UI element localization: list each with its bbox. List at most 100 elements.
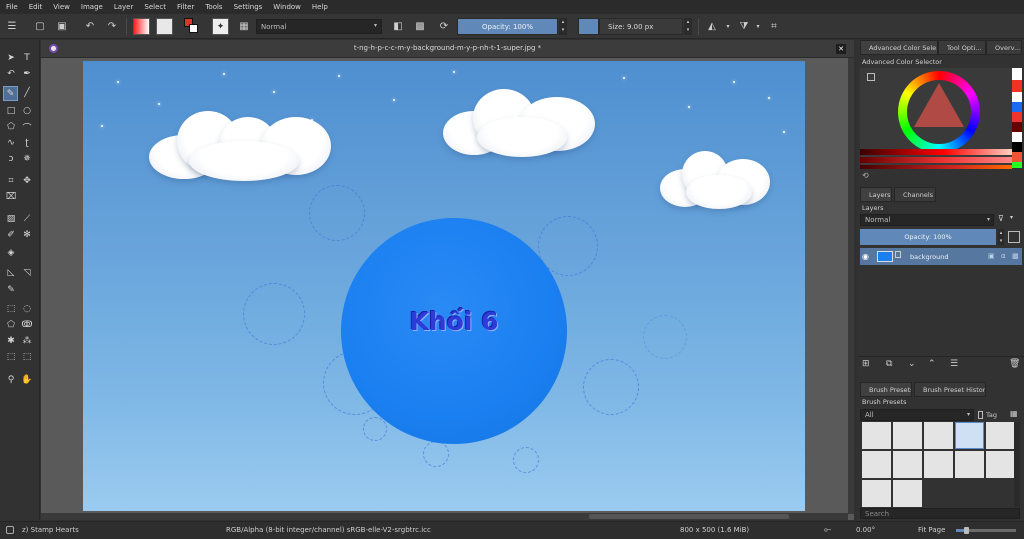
- calligraphy-icon[interactable]: ✒: [20, 67, 34, 81]
- gradient-swatch[interactable]: [133, 18, 150, 35]
- multibrush-icon[interactable]: ✵: [20, 152, 34, 166]
- refresh-icon[interactable]: ⟲: [862, 171, 869, 180]
- tab-channels[interactable]: Channels: [894, 187, 936, 202]
- close-icon[interactable]: ✕: [836, 44, 846, 54]
- text-tool-icon[interactable]: T: [20, 51, 34, 65]
- zoom-slider[interactable]: [956, 527, 1016, 534]
- canvas[interactable]: Khối 6: [83, 61, 805, 511]
- zoom-tool-icon[interactable]: ⚲: [4, 373, 18, 387]
- opacity-spinner[interactable]: ▴ ▾: [998, 229, 1004, 245]
- select-shapes-icon[interactable]: ➤: [4, 51, 18, 65]
- status-zoom[interactable]: Fit Page: [918, 526, 945, 534]
- gradient-tool-icon[interactable]: ▨: [4, 212, 18, 226]
- size-spinner[interactable]: ▴ ▾: [684, 18, 692, 35]
- new-document-icon[interactable]: ▢: [32, 18, 48, 34]
- colorize-mask-icon[interactable]: ✐: [4, 228, 18, 242]
- layer-row[interactable]: ◉ background ▣ α ▩: [860, 248, 1022, 265]
- pattern-swatch[interactable]: [156, 18, 173, 35]
- color-picker-icon[interactable]: ⟋: [20, 212, 34, 226]
- tab-layers[interactable]: Layers: [860, 187, 892, 202]
- tab-tool-options[interactable]: Tool Opti...: [938, 40, 986, 55]
- settings-icon[interactable]: [867, 73, 875, 81]
- grid-view-icon[interactable]: ▦: [1010, 409, 1020, 421]
- brush-grid-scrollbar[interactable]: [1014, 422, 1020, 507]
- document-tab[interactable]: t-ng-h-p-c-c-m-y-background-m-y-p-nh-t-1…: [41, 40, 854, 58]
- tab-overview[interactable]: Overv...: [986, 40, 1022, 55]
- dynamic-brush-icon[interactable]: ↄ: [4, 152, 18, 166]
- layer-thumbnail-toggle-icon[interactable]: [1008, 231, 1020, 243]
- measure-tool-icon[interactable]: ◺: [4, 266, 18, 280]
- chevron-down-icon[interactable]: ▾: [754, 18, 762, 34]
- redo-icon[interactable]: ↷: [104, 18, 120, 34]
- brush-preset-thumb[interactable]: [862, 451, 891, 478]
- background-color[interactable]: [189, 24, 198, 33]
- size-slider-fill[interactable]: [578, 18, 599, 35]
- delete-layer-icon[interactable]: 🗑: [1009, 359, 1020, 369]
- add-layer-icon[interactable]: ⊞: [862, 359, 870, 369]
- brush-preset-thumb[interactable]: [862, 480, 891, 507]
- reference-image-icon[interactable]: ✎: [4, 283, 18, 297]
- eraser-icon[interactable]: ◧: [390, 18, 406, 34]
- tab-advanced-color-selector[interactable]: Advanced Color Sele...: [860, 40, 938, 55]
- lock-icon[interactable]: ▣: [988, 252, 995, 260]
- alpha-icon[interactable]: α: [1001, 252, 1006, 260]
- layer-properties-icon[interactable]: ☰: [950, 359, 958, 369]
- rectangle-tool-icon[interactable]: □: [4, 104, 18, 118]
- menu-view[interactable]: View: [47, 3, 75, 11]
- smart-patch-icon[interactable]: ✻: [20, 228, 34, 242]
- saturation-triangle[interactable]: [914, 83, 964, 127]
- hue-ring[interactable]: [898, 71, 980, 153]
- rect-select-icon[interactable]: ⬚: [4, 302, 18, 316]
- color-slider-3[interactable]: [860, 165, 1012, 169]
- rotate-icon[interactable]: ⟜: [824, 525, 831, 535]
- crop-icon[interactable]: ⌗: [4, 174, 18, 188]
- brush-preset-thumb[interactable]: [986, 422, 1015, 449]
- menu-select[interactable]: Select: [138, 3, 171, 11]
- brush-preset-icon[interactable]: ✦: [212, 18, 229, 35]
- brush-search-input[interactable]: Search: [860, 508, 1020, 519]
- wrap-around-icon[interactable]: ⌗: [766, 18, 782, 34]
- grid-icon[interactable]: ▦: [236, 18, 252, 34]
- tag-button[interactable]: Tag: [978, 409, 1008, 421]
- hamburger-icon[interactable]: ☰: [4, 18, 20, 34]
- similar-select-icon[interactable]: ⁂: [20, 334, 34, 348]
- menu-help[interactable]: Help: [306, 3, 333, 11]
- fill-tool-icon[interactable]: ◈: [4, 246, 18, 260]
- brush-preset-thumb[interactable]: [893, 422, 922, 449]
- menu-filter[interactable]: Filter: [171, 3, 199, 11]
- brush-preset-thumb[interactable]: [893, 480, 922, 507]
- filter-icon[interactable]: ⊽: [998, 214, 1008, 226]
- move-tool-icon[interactable]: ✥: [20, 174, 34, 188]
- polyline-tool-icon[interactable]: ⌒: [20, 120, 34, 134]
- menu-window[interactable]: Window: [267, 3, 306, 11]
- reload-icon[interactable]: ⟳: [436, 18, 452, 34]
- contiguous-select-icon[interactable]: ✱: [4, 334, 18, 348]
- chevron-down-icon[interactable]: ▾: [724, 18, 732, 34]
- edit-shapes-icon[interactable]: ↶: [4, 67, 18, 81]
- color-slider-1[interactable]: [860, 149, 1012, 155]
- menu-file[interactable]: File: [0, 3, 23, 11]
- menu-layer[interactable]: Layer: [108, 3, 139, 11]
- vertical-scrollbar[interactable]: [848, 58, 854, 514]
- menu-settings[interactable]: Settings: [228, 3, 268, 11]
- move-down-icon[interactable]: ⌄: [908, 359, 916, 369]
- bezier-tool-icon[interactable]: ∿: [4, 136, 18, 150]
- polygon-select-icon[interactable]: ⬠: [4, 318, 18, 332]
- blend-mode-select[interactable]: Normal ▾: [256, 19, 382, 34]
- magnetic-select-icon[interactable]: ⬚: [20, 350, 34, 364]
- brush-preset-thumb-selected[interactable]: [955, 422, 984, 449]
- opacity-spinner[interactable]: ▴ ▾: [559, 18, 567, 35]
- polygon-tool-icon[interactable]: ⬠: [4, 120, 18, 134]
- brush-preset-thumb[interactable]: [924, 451, 953, 478]
- brush-tool-icon[interactable]: ✎: [3, 86, 18, 101]
- save-icon[interactable]: ▣: [54, 18, 70, 34]
- assistant-tool-icon[interactable]: ◹: [20, 266, 34, 280]
- inherit-alpha-icon[interactable]: ▩: [1012, 252, 1019, 260]
- undo-icon[interactable]: ↶: [82, 18, 98, 34]
- pan-tool-icon[interactable]: ✋: [20, 373, 34, 387]
- menu-tools[interactable]: Tools: [199, 3, 227, 11]
- scrollbar-thumb[interactable]: [589, 514, 789, 519]
- brush-preset-thumb[interactable]: [924, 422, 953, 449]
- brush-preset-thumb[interactable]: [955, 451, 984, 478]
- mirror-horizontal-icon[interactable]: ◭: [704, 18, 720, 34]
